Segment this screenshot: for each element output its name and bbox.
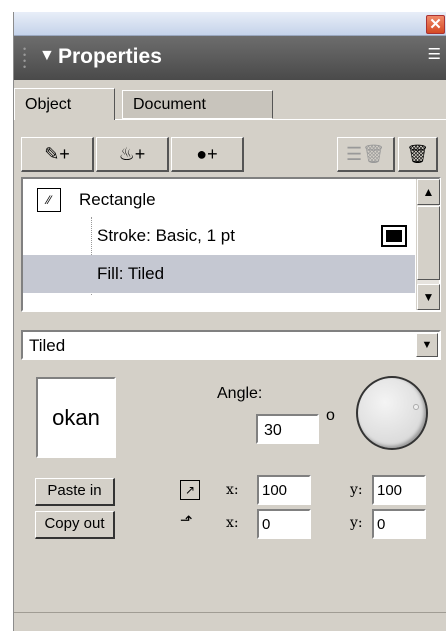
angle-input[interactable]: 30 — [256, 414, 319, 444]
pencil-add-icon: ✎+ — [44, 144, 70, 164]
trash-button[interactable]: 🗑 — [398, 137, 438, 172]
list-item-label: Fill: Tiled — [97, 264, 165, 283]
scroll-down-icon[interactable]: ▼ — [417, 284, 440, 310]
panel-options-icon[interactable]: ☰ — [428, 46, 441, 64]
add-fill-button[interactable]: ♨+ — [96, 137, 169, 172]
angle-dial[interactable] — [356, 376, 428, 450]
copy-y-input[interactable]: 0 — [372, 509, 426, 539]
effect-add-icon: ●+ — [196, 144, 218, 164]
collapse-triangle-icon[interactable]: ▼ — [39, 46, 55, 66]
list-item-label: Rectangle — [79, 190, 156, 209]
paste-x-label: x: — [226, 482, 239, 498]
add-effect-button[interactable]: ●+ — [171, 137, 244, 172]
paste-in-button[interactable]: Paste in — [35, 478, 115, 506]
list-item-fill[interactable]: Fill: Tiled — [23, 255, 415, 293]
copy-x-label: x: — [226, 515, 239, 531]
degree-sign: o — [326, 407, 335, 424]
list-item-stroke[interactable]: Stroke: Basic, 1 pt — [23, 217, 415, 255]
copy-arrow-icon: ⬏ — [180, 512, 193, 529]
tab-document[interactable]: Document — [122, 90, 273, 119]
properties-window: ✕ • • • • ▼ Properties ☰ Object Document ✎+… — [13, 12, 446, 631]
scroll-up-icon[interactable]: ▲ — [417, 179, 440, 205]
chevron-down-icon[interactable]: ▼ — [416, 333, 438, 357]
attribute-toolbar: ✎+ ♨+ ●+ ☰🗑 🗑 — [21, 136, 441, 174]
copy-y-label: y: — [350, 515, 363, 531]
rectangle-object-icon: ⁄⁄ — [37, 188, 61, 212]
stroke-color-swatch[interactable] — [381, 225, 407, 247]
paste-arrow-icon: ↗ — [180, 480, 200, 500]
copy-x-input[interactable]: 0 — [257, 509, 311, 539]
attribute-list: ⁄⁄ Rectangle Stroke: Basic, 1 pt Fill: T… — [21, 177, 441, 312]
delete-attribute-button[interactable]: ☰🗑 — [337, 137, 395, 172]
list-item-label: Stroke: Basic, 1 pt — [97, 226, 235, 245]
paste-y-label: y: — [350, 482, 363, 498]
list-trash-icon: ☰🗑 — [346, 144, 385, 164]
fill-type-value: Tiled — [29, 336, 66, 355]
paste-y-input[interactable]: 100 — [372, 475, 426, 505]
tab-object[interactable]: Object — [14, 88, 115, 120]
list-item-rectangle[interactable]: ⁄⁄ Rectangle — [23, 183, 415, 217]
add-stroke-button[interactable]: ✎+ — [21, 137, 94, 172]
copy-out-button[interactable]: Copy out — [35, 511, 115, 539]
bucket-add-icon: ♨+ — [118, 144, 146, 164]
scroll-thumb[interactable] — [417, 206, 440, 280]
paste-x-input[interactable]: 100 — [257, 475, 311, 505]
panel-header[interactable]: • • • • ▼ Properties ☰ — [14, 36, 446, 80]
fill-type-dropdown[interactable]: Tiled ▼ — [21, 330, 441, 360]
texture-preview[interactable]: okan — [36, 377, 116, 458]
dial-handle[interactable] — [413, 404, 419, 410]
list-scrollbar[interactable]: ▲ ▼ — [416, 179, 440, 310]
close-icon: ✕ — [429, 16, 442, 33]
panel-bottom-divider — [14, 612, 446, 613]
window-titlebar[interactable]: ✕ — [14, 12, 446, 36]
panel-title: Properties — [58, 45, 162, 68]
angle-label: Angle: — [217, 385, 263, 402]
close-button[interactable]: ✕ — [426, 15, 445, 34]
drag-grip-icon[interactable]: • • • • — [23, 45, 29, 72]
trash-icon: 🗑 — [406, 144, 429, 164]
